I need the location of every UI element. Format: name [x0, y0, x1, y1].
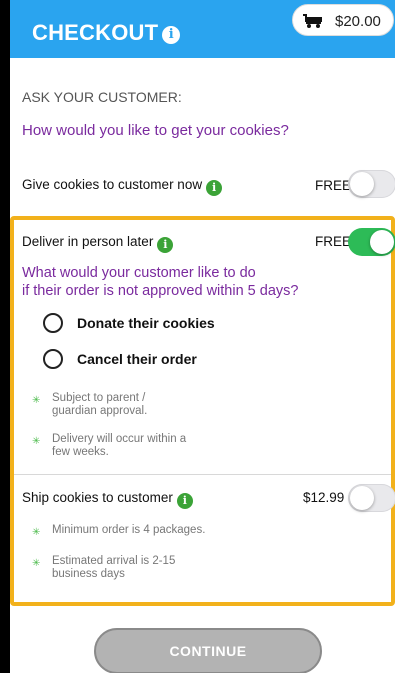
- page-title: CHECKOUT i: [32, 20, 181, 46]
- checkout-screen: CHECKOUT i $20.00 ASK YOUR CUSTOMER: How …: [10, 0, 395, 673]
- header-bar: CHECKOUT i $20.00: [10, 0, 395, 58]
- ask-label: ASK YOUR CUSTOMER:: [22, 89, 182, 105]
- option-ship-label: Ship cookies to customer i: [22, 490, 193, 509]
- radio-circle[interactable]: [43, 349, 63, 369]
- sparkle-icon: ✳: [32, 527, 41, 538]
- option-ship-price: $12.99: [303, 490, 345, 505]
- info-icon[interactable]: i: [162, 26, 181, 44]
- cart-icon: [303, 14, 322, 28]
- option-deliver-later-label: Deliver in person later i: [22, 234, 174, 253]
- option-deliver-later-price: FREE: [315, 234, 352, 249]
- sparkle-icon: ✳: [32, 558, 41, 569]
- option-give-now-label: Give cookies to customer now i: [22, 177, 223, 196]
- toggle-give-now[interactable]: [348, 170, 395, 198]
- toggle-ship[interactable]: [348, 484, 395, 512]
- unapproved-order-question: What would your customer like to do if t…: [22, 265, 299, 299]
- sparkle-icon: ✳: [32, 436, 41, 447]
- radio-circle[interactable]: [43, 313, 63, 333]
- info-icon[interactable]: i: [157, 237, 174, 253]
- toggle-knob: [370, 230, 394, 254]
- option-give-now-price: FREE: [315, 178, 352, 193]
- toggle-deliver-later[interactable]: [348, 228, 395, 256]
- info-icon[interactable]: i: [176, 493, 193, 509]
- cart-button[interactable]: $20.00: [292, 4, 394, 36]
- sparkle-icon: ✳: [32, 395, 41, 406]
- toggle-knob: [350, 172, 374, 196]
- section-divider: [14, 474, 391, 475]
- radio-label: Donate their cookies: [77, 315, 215, 331]
- delivery-question: How would you like to get your cookies?: [22, 122, 289, 139]
- continue-button[interactable]: CONTINUE: [94, 628, 322, 673]
- radio-label: Cancel their order: [77, 351, 197, 367]
- toggle-knob: [350, 486, 374, 510]
- info-icon[interactable]: i: [206, 180, 223, 196]
- cart-total: $20.00: [335, 13, 381, 30]
